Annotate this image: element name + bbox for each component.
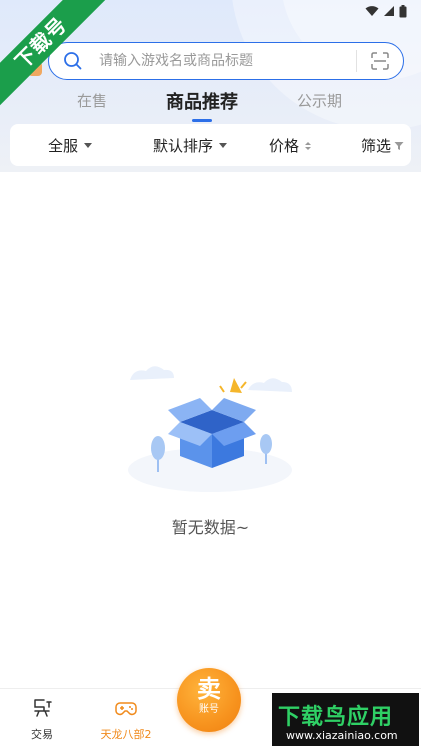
filter-bar: 全服 默认排序 价格 筛选 — [10, 124, 411, 166]
tab-publicity[interactable]: 公示期 — [297, 90, 342, 111]
tab-on-sale[interactable]: 在售 — [77, 90, 107, 111]
caret-down-icon — [84, 143, 93, 148]
nav-trade[interactable]: 交易 — [22, 697, 62, 742]
status-bar — [365, 4, 407, 18]
search-bar[interactable] — [48, 42, 404, 80]
caret-down-icon — [219, 143, 228, 148]
scan-icon[interactable] — [371, 52, 389, 70]
nav-game-label: 天龙八部2 — [100, 728, 152, 741]
filter-server[interactable]: 全服 — [48, 135, 93, 156]
watermark: 下载鸟应用 www.xiazainiao.com — [272, 693, 419, 746]
filter-sort-label: 默认排序 — [153, 137, 214, 155]
filter-server-label: 全服 — [48, 137, 79, 155]
filter-price[interactable]: 价格 — [269, 135, 312, 156]
signal-icon — [384, 6, 394, 16]
sort-arrows-icon — [305, 141, 312, 150]
sell-account-button[interactable]: 卖 账号 — [177, 668, 241, 732]
nav-trade-label: 交易 — [31, 728, 53, 741]
tab-indicator — [192, 119, 212, 122]
battery-icon — [399, 4, 407, 17]
sell-button-sublabel: 账号 — [199, 704, 219, 715]
wifi-icon — [365, 6, 379, 16]
search-divider — [356, 50, 357, 72]
filter-price-label: 价格 — [269, 137, 300, 155]
funnel-icon — [394, 141, 404, 150]
search-input[interactable] — [97, 52, 341, 70]
search-icon — [64, 52, 82, 70]
empty-state-message: 暂无数据~ — [171, 518, 250, 537]
trade-icon — [34, 699, 52, 717]
nav-game[interactable]: 天龙八部2 — [96, 697, 156, 742]
sell-button-label: 卖 — [197, 675, 221, 703]
filter-screen[interactable]: 筛选 — [361, 135, 404, 156]
watermark-title: 下载鸟应用 — [278, 705, 394, 730]
gamepad-icon — [115, 702, 137, 716]
filter-sort[interactable]: 默认排序 — [153, 135, 228, 156]
filter-screen-label: 筛选 — [361, 137, 392, 155]
tab-recommended[interactable]: 商品推荐 — [166, 88, 238, 114]
watermark-url: www.xiazainiao.com — [286, 729, 398, 742]
empty-box-icon — [128, 366, 292, 492]
tab-bar: 在售 商品推荐 公示期 — [0, 88, 421, 122]
